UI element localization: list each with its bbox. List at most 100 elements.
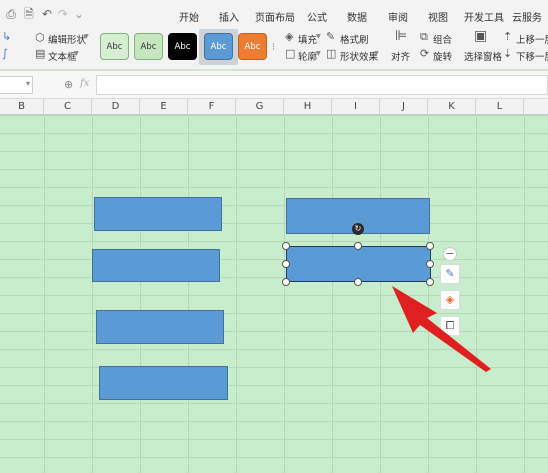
- column-header-j[interactable]: J: [380, 99, 428, 115]
- align-icon: ⊫: [395, 28, 408, 44]
- group-icon: ⧉: [420, 30, 428, 43]
- customize-icon[interactable]: ⌄: [72, 7, 86, 21]
- chevron-down-icon: ▾: [74, 48, 79, 59]
- column-headers: B C D E F G H I J K L: [0, 99, 548, 115]
- text-box-button[interactable]: 文本框: [48, 49, 77, 63]
- chevron-down-icon: ▾: [84, 31, 89, 42]
- shape-style-2[interactable]: Abc: [134, 33, 163, 60]
- group-button[interactable]: 组合: [433, 32, 452, 46]
- resize-handle[interactable]: [426, 260, 434, 268]
- rotate-handle-icon[interactable]: ↻: [352, 223, 364, 235]
- tab-home[interactable]: 开始: [179, 9, 199, 24]
- tab-cloud[interactable]: 云服务: [512, 9, 542, 24]
- column-header-l[interactable]: L: [476, 99, 524, 115]
- shape-style-3[interactable]: Abc: [168, 33, 197, 60]
- grid-line: [380, 115, 381, 473]
- rectangle-shape[interactable]: [94, 197, 222, 231]
- formula-input[interactable]: [96, 75, 548, 95]
- fx-label[interactable]: fx: [80, 78, 89, 89]
- column-header-d[interactable]: D: [92, 99, 140, 115]
- curve-icon[interactable]: ∫: [2, 48, 8, 60]
- style-more-icon[interactable]: ⁝: [272, 42, 275, 53]
- column-header-g[interactable]: G: [236, 99, 284, 115]
- resize-handle[interactable]: [426, 242, 434, 250]
- edit-shape-icon: ⬡: [35, 31, 45, 44]
- tab-page-layout[interactable]: 页面布局: [255, 9, 295, 24]
- tab-view[interactable]: 视图: [428, 9, 448, 24]
- rectangle-shape[interactable]: [99, 366, 228, 400]
- bring-forward-icon: ⇡: [503, 30, 513, 43]
- tab-developer[interactable]: 开发工具: [464, 9, 504, 24]
- grid-line: [332, 115, 333, 473]
- column-header-e[interactable]: E: [140, 99, 188, 115]
- ribbon: ↳ ∫ ⬡ 编辑形状 ▾ ▤ 文本框 ▾ Abc Abc Abc Abc Abc…: [0, 28, 548, 70]
- bring-forward-button[interactable]: 上移一层: [516, 32, 548, 46]
- redo-icon[interactable]: ↷: [56, 7, 70, 21]
- column-header-k[interactable]: K: [428, 99, 476, 115]
- name-box[interactable]: ▾: [0, 76, 33, 94]
- chevron-down-icon: ▾: [316, 31, 321, 42]
- column-header-c[interactable]: C: [44, 99, 92, 115]
- shape-style-5[interactable]: Abc: [238, 33, 267, 60]
- undo-icon[interactable]: ↶: [40, 7, 54, 21]
- text-box-icon: ▤: [35, 47, 46, 60]
- grid-line: [476, 115, 477, 473]
- resize-handle[interactable]: [426, 278, 434, 286]
- grid-line: [44, 115, 45, 473]
- tab-review[interactable]: 审阅: [388, 9, 408, 24]
- grid-line: [92, 115, 93, 473]
- rotate-button[interactable]: 旋转: [433, 49, 452, 63]
- tab-formulas[interactable]: 公式: [307, 9, 327, 24]
- tab-data[interactable]: 数据: [347, 9, 367, 24]
- grid-line: [428, 115, 429, 473]
- formula-bar: ▾ ⊕ fx: [0, 71, 548, 99]
- shape-style-1[interactable]: Abc: [100, 33, 129, 60]
- shape-icon[interactable]: ↳: [2, 31, 11, 43]
- selection-pane-icon: ▣: [474, 28, 488, 44]
- column-header-i[interactable]: I: [332, 99, 380, 115]
- pen-icon[interactable]: ✎: [440, 264, 460, 284]
- resize-handle[interactable]: [354, 242, 362, 250]
- resize-handle[interactable]: [282, 242, 290, 250]
- chevron-down-icon: ▾: [316, 48, 321, 59]
- worksheet-grid[interactable]: [0, 115, 548, 473]
- chevron-down-icon: ▾: [374, 48, 379, 59]
- fill-icon: ◈: [285, 30, 294, 43]
- zoom-icon[interactable]: ⊕: [64, 78, 73, 91]
- preview-icon[interactable]: 🗎: [22, 7, 36, 21]
- format-brush-icon: ✎: [326, 30, 336, 43]
- rectangle-shape[interactable]: [92, 249, 220, 282]
- crop-icon[interactable]: ⧠: [440, 316, 460, 336]
- column-header-h[interactable]: H: [284, 99, 332, 115]
- selected-rectangle-shape[interactable]: [286, 246, 431, 282]
- column-header-b[interactable]: B: [0, 99, 44, 115]
- shape-style-4[interactable]: Abc: [204, 33, 233, 60]
- outline-icon: □: [285, 47, 296, 60]
- send-backward-button[interactable]: 下移一层: [516, 49, 548, 63]
- grid-line: [188, 115, 189, 473]
- resize-handle[interactable]: [354, 278, 362, 286]
- format-brush-button[interactable]: 格式刷: [340, 32, 369, 46]
- grid-line: [524, 115, 525, 473]
- grid-line: [284, 115, 285, 473]
- fill-icon[interactable]: ◈: [440, 290, 460, 310]
- chevron-down-icon: ▾: [25, 79, 30, 88]
- shape-effects-button[interactable]: 形状效果: [340, 49, 378, 63]
- fill-button[interactable]: 填充: [298, 32, 317, 46]
- rotate-icon: ⟳: [420, 47, 430, 60]
- column-header-f[interactable]: F: [188, 99, 236, 115]
- print-icon[interactable]: ⎙: [4, 7, 18, 21]
- rectangle-shape[interactable]: [96, 310, 224, 344]
- grid-line: [236, 115, 237, 473]
- shape-effects-icon: ◫: [326, 47, 337, 60]
- tab-insert[interactable]: 插入: [219, 9, 239, 24]
- resize-handle[interactable]: [282, 278, 290, 286]
- selection-pane-button[interactable]: 选择窗格: [464, 49, 502, 63]
- outline-button[interactable]: 轮廓: [298, 49, 317, 63]
- send-backward-icon: ⇣: [503, 47, 513, 60]
- align-button[interactable]: 对齐: [391, 49, 410, 63]
- edit-shape-button[interactable]: 编辑形状: [48, 32, 86, 46]
- collapse-icon[interactable]: −: [443, 247, 457, 261]
- resize-handle[interactable]: [282, 260, 290, 268]
- grid-line: [140, 115, 141, 473]
